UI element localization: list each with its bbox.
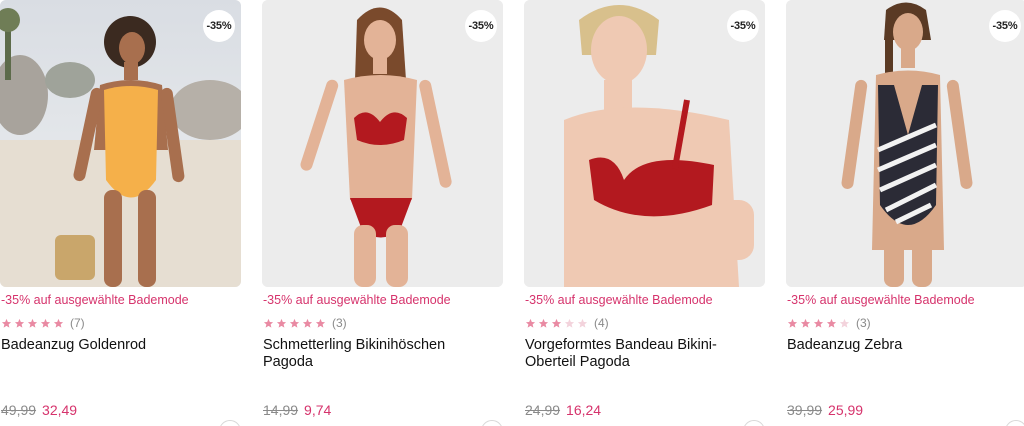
product-name[interactable]: Vorgeformtes Bandeau Bikini-Oberteil Pag… [525,337,761,371]
star-icon [800,318,811,329]
promo-text[interactable]: -35% auf ausgewählte Bademode [525,293,713,307]
old-price: 39,99 [787,402,823,418]
product-card[interactable]: -35% -35% auf ausgewählte Bademode (3) S… [262,0,503,426]
product-card[interactable]: -35% -35% auf ausgewählte Bademode (7) B… [0,0,241,426]
star-icon [263,318,274,329]
rating: (4) [525,316,609,330]
product-name[interactable]: Schmetterling Bikinihöschen Pagoda [263,337,499,371]
product-card[interactable]: -35% -35% auf ausgewählte Bademode (4) V… [524,0,765,426]
product-card[interactable]: -35% -35% auf ausgewählte Bademode (3) B… [786,0,1024,426]
star-icon [315,318,326,329]
discount-badge: -35% [465,10,497,42]
star-icon [538,318,549,329]
discount-badge: -35% [989,10,1021,42]
star-icon [40,318,51,329]
rating-count: (3) [332,316,347,330]
product-image[interactable]: -35% [0,0,241,287]
star-icon [302,318,313,329]
star-icon [276,318,287,329]
product-grid: -35% -35% auf ausgewählte Bademode (7) B… [0,0,1024,426]
star-icon [577,318,588,329]
sale-price: 25,99 [828,402,864,418]
price: 39,99 25,99 [787,402,863,418]
star-icon [787,318,798,329]
star-icon [27,318,38,329]
old-price: 49,99 [1,402,37,418]
star-icon [826,318,837,329]
rating-count: (7) [70,316,85,330]
old-price: 24,99 [525,402,561,418]
promo-text[interactable]: -35% auf ausgewählte Bademode [1,293,189,307]
star-icon [525,318,536,329]
star-icon [551,318,562,329]
star-icon [53,318,64,329]
star-icon [813,318,824,329]
discount-badge: -35% [727,10,759,42]
product-name[interactable]: Badeanzug Goldenrod [1,337,237,354]
sale-price: 32,49 [42,402,78,418]
rating-count: (4) [594,316,609,330]
promo-text[interactable]: -35% auf ausgewählte Bademode [263,293,451,307]
product-image[interactable]: -35% [786,0,1024,287]
star-icon [289,318,300,329]
rating: (7) [1,316,85,330]
price: 14,99 9,74 [263,402,331,418]
star-icon [1,318,12,329]
sale-price: 16,24 [566,402,602,418]
sale-price: 9,74 [304,402,332,418]
price: 24,99 16,24 [525,402,601,418]
star-icon [839,318,850,329]
product-image[interactable]: -35% [524,0,765,287]
price: 49,99 32,49 [1,402,77,418]
promo-text[interactable]: -35% auf ausgewählte Bademode [787,293,975,307]
product-name[interactable]: Badeanzug Zebra [787,337,1023,354]
rating-count: (3) [856,316,871,330]
star-icon [564,318,575,329]
product-image[interactable]: -35% [262,0,503,287]
rating: (3) [263,316,347,330]
old-price: 14,99 [263,402,299,418]
rating: (3) [787,316,871,330]
star-icon [14,318,25,329]
discount-badge: -35% [203,10,235,42]
